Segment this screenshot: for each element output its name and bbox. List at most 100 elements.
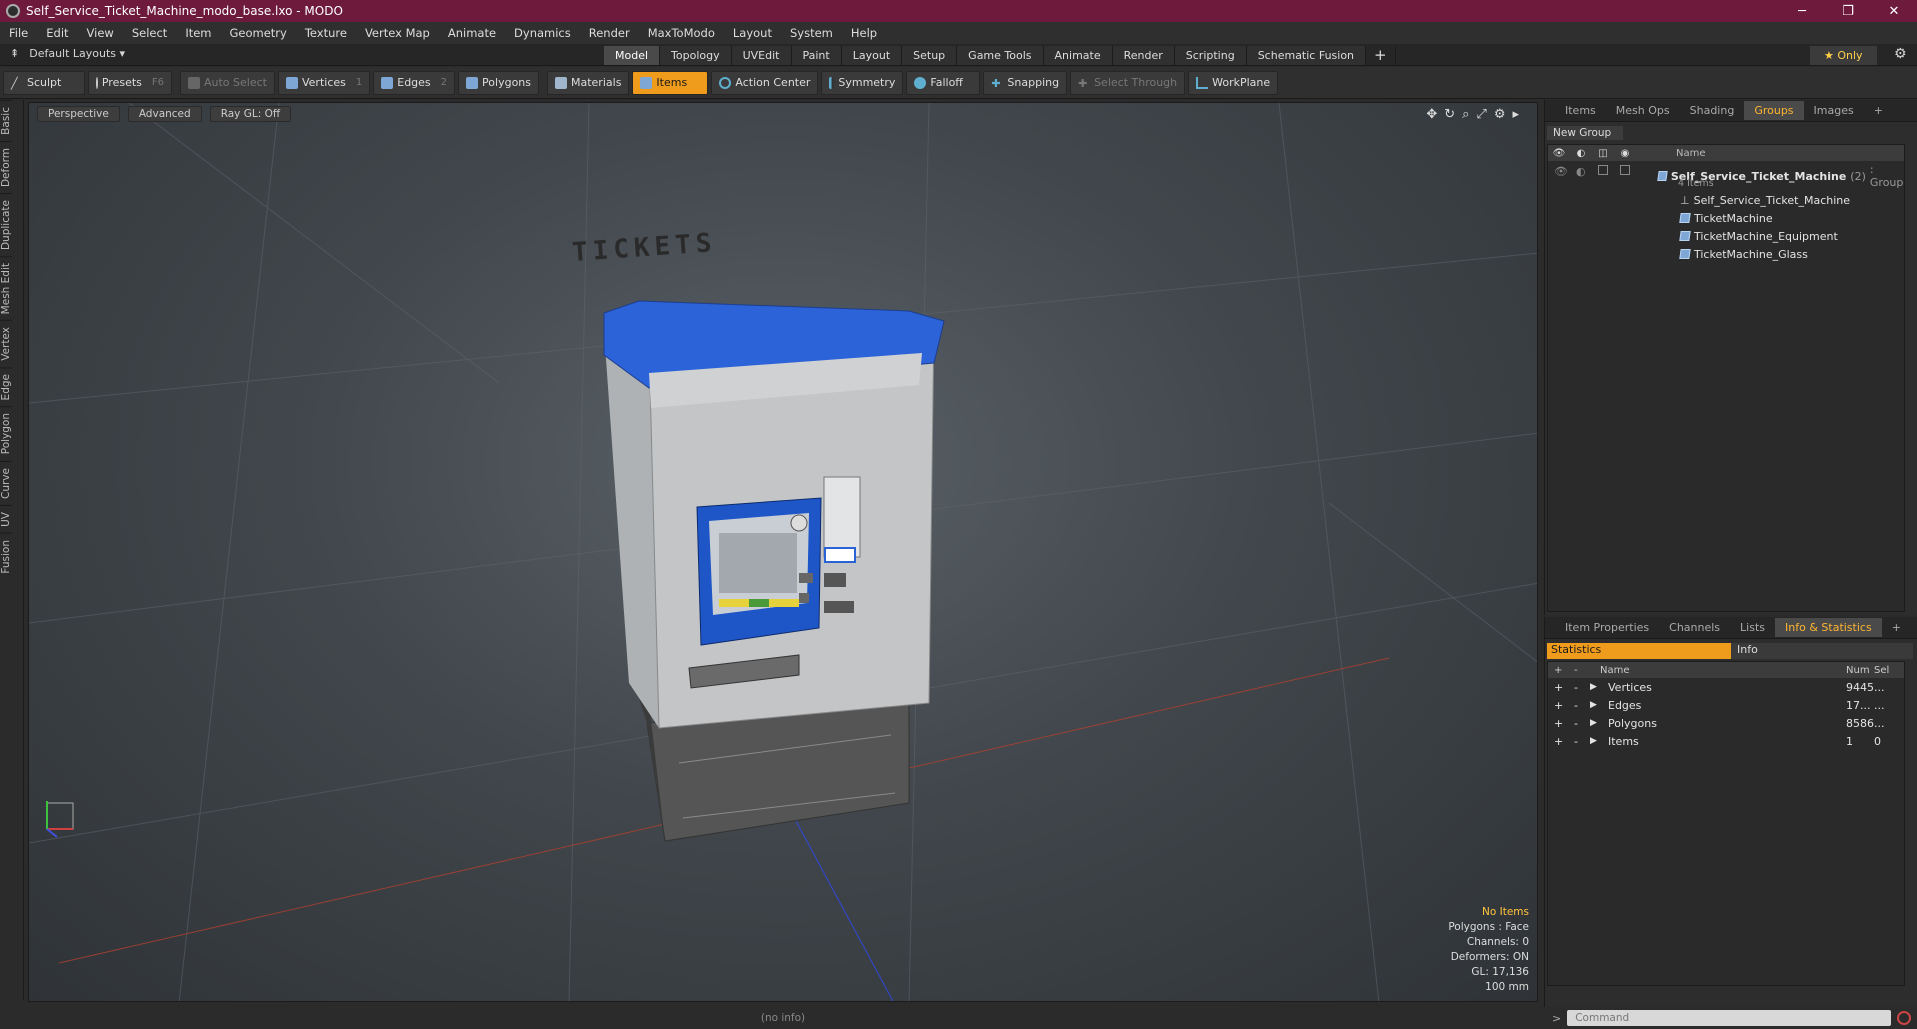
tab-info-statistics[interactable]: Info & Statistics [1775, 618, 1882, 637]
close-button[interactable]: ✕ [1871, 4, 1917, 19]
auto-select-button[interactable]: Auto Select [180, 70, 275, 95]
tab-render[interactable]: Render [1112, 46, 1175, 65]
menu-file[interactable]: File [0, 26, 37, 40]
zoom-view-icon[interactable]: ⌕ [1462, 107, 1469, 122]
record-macro-icon[interactable] [1897, 1011, 1912, 1025]
tab-uvedit[interactable]: UVEdit [731, 46, 792, 65]
tab-mesh-ops[interactable]: Mesh Ops [1606, 101, 1680, 120]
tab-topology[interactable]: Topology [660, 46, 732, 65]
new-group-button[interactable]: New Group [1547, 126, 1623, 140]
maximize-button[interactable]: ❐ [1825, 4, 1871, 19]
tab-groups[interactable]: Groups [1744, 101, 1804, 120]
add-icon[interactable]: + [1554, 717, 1563, 730]
tab-vertex[interactable]: Vertex [0, 320, 12, 367]
menu-geometry[interactable]: Geometry [221, 26, 296, 40]
list-item[interactable]: TicketMachine_Glass [1548, 245, 1904, 263]
materials-button[interactable]: Materials [547, 70, 630, 95]
collapse-all-icon[interactable]: - [1574, 665, 1578, 676]
menu-maxtomodo[interactable]: MaxToModo [639, 26, 724, 40]
group-row[interactable]: 👁 ◐ Self_Service_Ticket_Machine (2) : Gr… [1548, 161, 1904, 191]
table-row[interactable]: + - ▶ Items 1 0 [1548, 732, 1904, 750]
menu-texture[interactable]: Texture [296, 26, 356, 40]
select-column-icon[interactable]: ◉ [1614, 148, 1636, 159]
items-button[interactable]: Items [632, 70, 709, 95]
menu-vertex-map[interactable]: Vertex Map [356, 26, 439, 40]
tab-layout[interactable]: Layout [841, 46, 903, 65]
snapping-button[interactable]: ✚ Snapping [983, 70, 1068, 95]
tab-deform[interactable]: Deform [0, 140, 12, 193]
action-center-button[interactable]: Action Center [711, 70, 819, 95]
tab-paint[interactable]: Paint [791, 46, 842, 65]
default-layouts-dropdown[interactable]: Default Layouts ▾ [29, 47, 125, 60]
tab-images[interactable]: Images [1804, 101, 1864, 120]
menu-edit[interactable]: Edit [37, 26, 77, 40]
menu-dynamics[interactable]: Dynamics [505, 26, 580, 40]
tab-lists[interactable]: Lists [1730, 618, 1775, 637]
tab-channels[interactable]: Channels [1659, 618, 1730, 637]
tab-shading[interactable]: Shading [1680, 101, 1745, 120]
menu-layout[interactable]: Layout [724, 26, 781, 40]
only-button[interactable]: ★ Only [1810, 46, 1877, 65]
tab-animate[interactable]: Animate [1043, 46, 1113, 65]
tab-items[interactable]: Items [1555, 101, 1606, 120]
tab-game-tools[interactable]: Game Tools [957, 46, 1044, 65]
viewport-settings-icon[interactable]: ⚙ [1494, 107, 1506, 122]
tab-model[interactable]: Model [604, 46, 661, 65]
add-icon[interactable]: + [1554, 681, 1563, 694]
add-tab-icon[interactable]: + [1366, 46, 1396, 65]
group-lock-checkbox[interactable] [1598, 165, 1608, 175]
expand-arrow-icon[interactable]: ▶ [1590, 700, 1597, 710]
remove-icon[interactable]: - [1574, 699, 1578, 712]
add-panel-tab-icon[interactable]: + [1864, 101, 1893, 120]
expand-arrow-icon[interactable]: ▶ [1590, 736, 1597, 746]
symmetry-button[interactable]: Symmetry [821, 70, 904, 95]
polygons-button[interactable]: Polygons [458, 70, 539, 95]
group-visibility-icon[interactable]: 👁 [1554, 165, 1568, 178]
group-render-icon[interactable]: ◐ [1576, 165, 1586, 178]
vertices-button[interactable]: Vertices 1 [277, 70, 371, 95]
select-through-button[interactable]: ✚ Select Through [1070, 70, 1186, 95]
move-view-icon[interactable]: ✥ [1426, 107, 1437, 122]
tab-polygon[interactable]: Polygon [0, 406, 12, 461]
menu-render[interactable]: Render [580, 26, 639, 40]
table-row[interactable]: + - ▶ Polygons 8586 ... [1548, 714, 1904, 732]
expand-arrow-icon[interactable]: ▶ [1590, 718, 1597, 728]
add-icon[interactable]: + [1554, 735, 1563, 748]
workplane-button[interactable]: WorkPlane [1188, 70, 1279, 95]
fit-view-icon[interactable]: ⤢ [1476, 107, 1486, 122]
add-panel-tab-icon[interactable]: + [1882, 618, 1911, 637]
menu-select[interactable]: Select [123, 26, 176, 40]
tab-duplicate[interactable]: Duplicate [0, 192, 12, 256]
expand-all-icon[interactable]: + [1554, 665, 1562, 676]
viewport-shading-dropdown[interactable]: Advanced [127, 106, 202, 122]
expand-arrow-icon[interactable]: ▶ [1590, 682, 1597, 692]
layout-collapse-icon[interactable]: ⇞ [10, 47, 19, 60]
gear-icon[interactable]: ⚙ [1894, 46, 1907, 62]
lock-column-icon[interactable]: ◫ [1592, 148, 1614, 159]
remove-icon[interactable]: - [1574, 681, 1578, 694]
menu-help[interactable]: Help [842, 26, 886, 40]
command-input[interactable]: Command [1567, 1010, 1892, 1026]
viewport-perspective-dropdown[interactable]: Perspective [37, 106, 120, 122]
tab-mesh-edit[interactable]: Mesh Edit [0, 255, 12, 321]
falloff-button[interactable]: Falloff [906, 70, 981, 95]
remove-icon[interactable]: - [1574, 717, 1578, 730]
list-item[interactable]: TicketMachine_Equipment [1548, 227, 1904, 245]
tab-item-properties[interactable]: Item Properties [1555, 618, 1659, 637]
add-icon[interactable]: + [1554, 699, 1563, 712]
statistics-tab[interactable]: Statistics [1547, 643, 1731, 659]
viewport-menu-arrow-icon[interactable]: ▸ [1512, 107, 1519, 122]
menu-view[interactable]: View [78, 26, 123, 40]
visibility-column-icon[interactable]: 👁 [1548, 148, 1570, 159]
list-item[interactable]: ⊥ Self_Service_Ticket_Machine [1548, 191, 1904, 209]
render-column-icon[interactable]: ◐ [1570, 148, 1592, 159]
menu-system[interactable]: System [781, 26, 842, 40]
edges-button[interactable]: Edges 2 [373, 70, 456, 95]
tab-fusion[interactable]: Fusion [0, 532, 12, 580]
presets-button[interactable]: Presets F6 [88, 70, 172, 95]
table-row[interactable]: + - ▶ Edges 17... ... [1548, 696, 1904, 714]
menu-item[interactable]: Item [176, 26, 220, 40]
remove-icon[interactable]: - [1574, 735, 1578, 748]
viewport-raygl-toggle[interactable]: Ray GL: Off [209, 106, 292, 122]
tab-schematic-fusion[interactable]: Schematic Fusion [1246, 46, 1367, 65]
